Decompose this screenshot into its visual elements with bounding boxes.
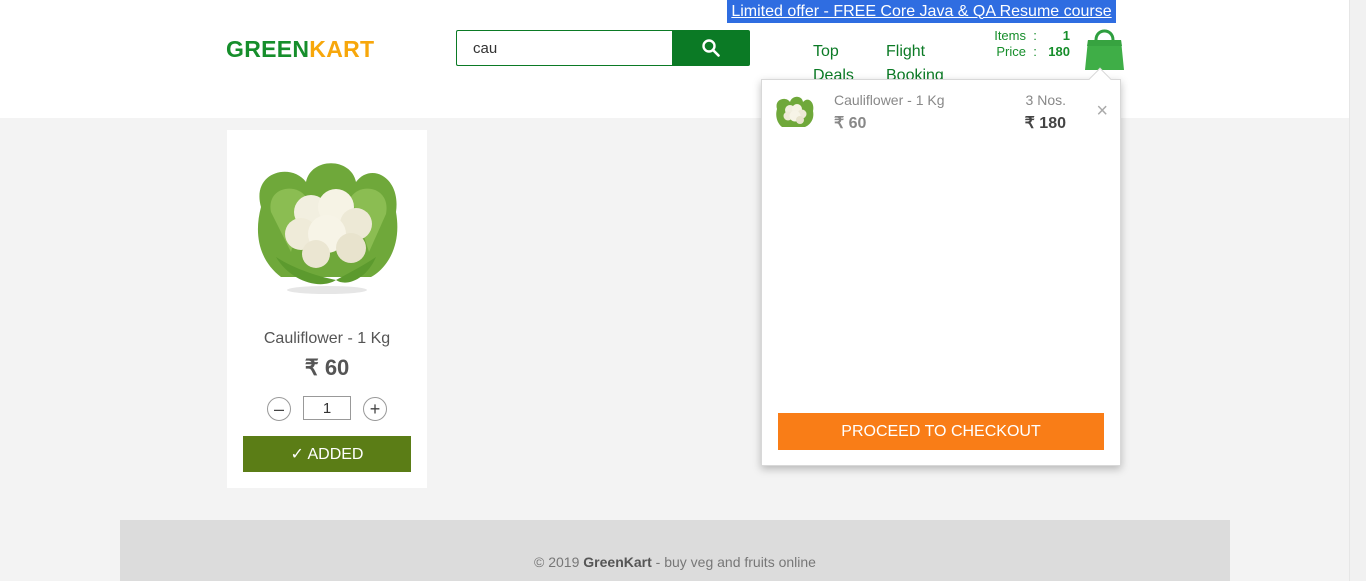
cart-preview-popup: Cauliflower - 1 Kg ₹ 60 3 Nos. ₹ 180 × P… (761, 67, 1121, 466)
cart-item-image (776, 96, 814, 127)
search-button[interactable] (672, 30, 750, 66)
items-label: Items (994, 28, 1026, 43)
price-total: 180 (1048, 44, 1070, 59)
shopping-bag-icon (1085, 29, 1124, 70)
footer-brand: GreenKart (583, 554, 652, 570)
footer-text: © 2019 GreenKart - buy veg and fruits on… (534, 554, 816, 570)
cart-summary: Items : 1 Price : 180 (980, 28, 1070, 60)
proceed-to-checkout-button[interactable]: PROCEED TO CHECKOUT (778, 413, 1104, 450)
cart-item-quantity: 3 Nos. (1025, 92, 1066, 108)
greenkart-logo[interactable]: GREENKART (226, 36, 374, 63)
vertical-scrollbar[interactable] (1349, 0, 1366, 581)
cauliflower-image (257, 163, 398, 294)
product-card: Cauliflower - 1 Kg ₹ 60 – + ✓ ADDED (227, 130, 427, 488)
increment-button[interactable]: + (363, 397, 387, 421)
promo-link[interactable]: Limited offer - FREE Core Java & QA Resu… (731, 3, 1111, 21)
cart-item-name: Cauliflower - 1 Kg (834, 92, 945, 108)
cart-item-price: ₹ 60 (834, 115, 867, 132)
price-label: Price (996, 44, 1026, 59)
header: GREENKART Top Deals Flight Booking Items… (0, 0, 1349, 118)
decrement-button[interactable]: – (267, 397, 291, 421)
quantity-input[interactable] (303, 396, 351, 420)
cart-button[interactable] (1084, 24, 1125, 71)
search-icon (702, 39, 720, 57)
product-name: Cauliflower - 1 Kg (263, 330, 391, 347)
product-price: ₹ 60 (304, 355, 350, 380)
items-count: 1 (1062, 28, 1070, 43)
promo-banner: Limited offer - FREE Core Java & QA Resu… (727, 0, 1116, 23)
cart-item-amount: ₹ 180 (1024, 115, 1066, 132)
footer: © 2019 GreenKart - buy veg and fruits on… (120, 520, 1230, 581)
remove-item-icon[interactable]: × (1096, 100, 1108, 123)
added-button[interactable]: ✓ ADDED (243, 436, 411, 472)
search-input[interactable] (456, 30, 673, 66)
